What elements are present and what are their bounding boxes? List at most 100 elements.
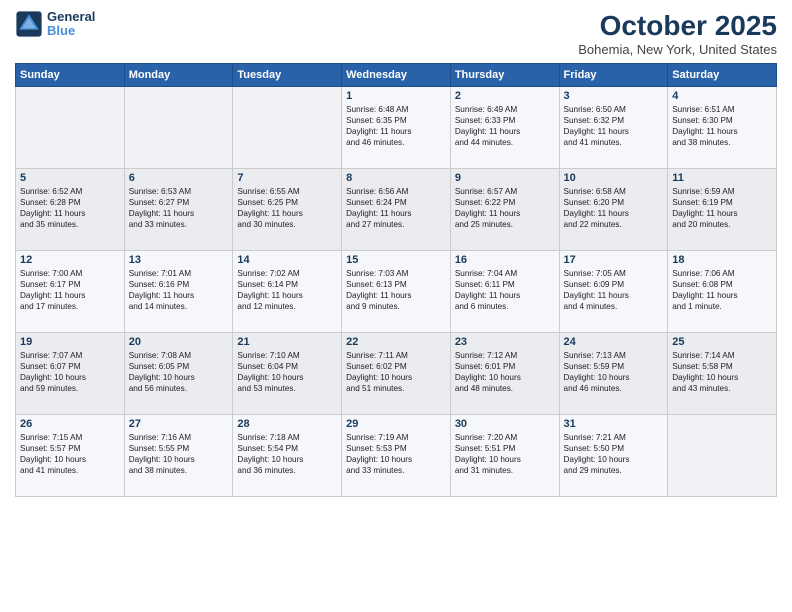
- day-number: 16: [455, 254, 555, 266]
- cell-w3-d4: 23 Sunrise: 7:12 AM Sunset: 6:01 PM Dayli…: [450, 333, 559, 415]
- cell-info: Sunrise: 7:06 AM Sunset: 6:08 PM Dayligh…: [672, 268, 772, 312]
- cell-w0-d2: [233, 87, 342, 169]
- title-block: October 2025 Bohemia, New York, United S…: [578, 10, 777, 57]
- cell-info: Sunrise: 7:05 AM Sunset: 6:09 PM Dayligh…: [564, 268, 664, 312]
- month-title: October 2025: [578, 10, 777, 42]
- cell-w3-d2: 21 Sunrise: 7:10 AM Sunset: 6:04 PM Dayli…: [233, 333, 342, 415]
- cell-w3-d1: 20Sunrise: 7:08 AM Sunset: 6:05 PM Dayli…: [124, 333, 233, 415]
- cell-w1-d5: 10 Sunrise: 6:58 AM Sunset: 6:20 PM Dayli…: [559, 169, 668, 251]
- cell-w2-d1: 13Sunrise: 7:01 AM Sunset: 6:16 PM Dayli…: [124, 251, 233, 333]
- logo-text: General Blue: [47, 10, 95, 39]
- day-number: 24: [564, 336, 664, 348]
- cell-w0-d6: 4 Sunrise: 6:51 AM Sunset: 6:30 PM Daylig…: [668, 87, 777, 169]
- day-number: 30: [455, 418, 555, 430]
- col-header-monday: Monday: [124, 64, 233, 87]
- cell-info: Sunrise: 6:51 AM Sunset: 6:30 PM Dayligh…: [672, 104, 772, 148]
- cell-info: Sunrise: 7:21 AM Sunset: 5:50 PM Dayligh…: [564, 432, 664, 476]
- day-number: 11: [672, 172, 772, 184]
- col-header-thursday: Thursday: [450, 64, 559, 87]
- day-number: 23: [455, 336, 555, 348]
- day-number: 22: [346, 336, 446, 348]
- calendar-table: SundayMondayTuesdayWednesdayThursdayFrid…: [15, 63, 777, 497]
- day-number: 9: [455, 172, 555, 184]
- cell-w1-d3: 8 Sunrise: 6:56 AM Sunset: 6:24 PM Daylig…: [342, 169, 451, 251]
- day-number: 8: [346, 172, 446, 184]
- cell-w0-d3: 1 Sunrise: 6:48 AM Sunset: 6:35 PM Daylig…: [342, 87, 451, 169]
- cell-info: Sunrise: 7:11 AM Sunset: 6:02 PM Dayligh…: [346, 350, 446, 394]
- day-number: 29: [346, 418, 446, 430]
- cell-w1-d1: 6Sunrise: 6:53 AM Sunset: 6:27 PM Daylig…: [124, 169, 233, 251]
- cell-info: Sunrise: 7:01 AM Sunset: 6:16 PM Dayligh…: [129, 268, 229, 312]
- cell-w0-d4: 2 Sunrise: 6:49 AM Sunset: 6:33 PM Daylig…: [450, 87, 559, 169]
- cell-w4-d3: 29Sunrise: 7:19 AM Sunset: 5:53 PM Dayli…: [342, 415, 451, 497]
- cell-info: Sunrise: 7:15 AM Sunset: 5:57 PM Dayligh…: [20, 432, 120, 476]
- day-number: 2: [455, 90, 555, 102]
- cell-info: Sunrise: 6:50 AM Sunset: 6:32 PM Dayligh…: [564, 104, 664, 148]
- day-number: 14: [237, 254, 337, 266]
- day-number: 19: [20, 336, 120, 348]
- cell-info: Sunrise: 6:59 AM Sunset: 6:19 PM Dayligh…: [672, 186, 772, 230]
- cell-info: Sunrise: 7:12 AM Sunset: 6:01 PM Dayligh…: [455, 350, 555, 394]
- cell-info: Sunrise: 7:02 AM Sunset: 6:14 PM Dayligh…: [237, 268, 337, 312]
- cell-info: Sunrise: 7:20 AM Sunset: 5:51 PM Dayligh…: [455, 432, 555, 476]
- day-number: 26: [20, 418, 120, 430]
- cell-info: Sunrise: 7:16 AM Sunset: 5:55 PM Dayligh…: [129, 432, 229, 476]
- cell-w3-d3: 22 Sunrise: 7:11 AM Sunset: 6:02 PM Dayli…: [342, 333, 451, 415]
- cell-w1-d2: 7 Sunrise: 6:55 AM Sunset: 6:25 PM Daylig…: [233, 169, 342, 251]
- cell-info: Sunrise: 7:10 AM Sunset: 6:04 PM Dayligh…: [237, 350, 337, 394]
- cell-info: Sunrise: 7:00 AM Sunset: 6:17 PM Dayligh…: [20, 268, 120, 312]
- day-number: 3: [564, 90, 664, 102]
- cell-w0-d1: [124, 87, 233, 169]
- logo-icon: [15, 10, 43, 38]
- day-number: 25: [672, 336, 772, 348]
- day-number: 1: [346, 90, 446, 102]
- day-number: 21: [237, 336, 337, 348]
- cell-w2-d5: 17Sunrise: 7:05 AM Sunset: 6:09 PM Dayli…: [559, 251, 668, 333]
- cell-w2-d3: 15 Sunrise: 7:03 AM Sunset: 6:13 PM Dayli…: [342, 251, 451, 333]
- day-number: 10: [564, 172, 664, 184]
- col-header-sunday: Sunday: [16, 64, 125, 87]
- col-header-wednesday: Wednesday: [342, 64, 451, 87]
- cell-w2-d6: 18 Sunrise: 7:06 AM Sunset: 6:08 PM Dayli…: [668, 251, 777, 333]
- cell-w1-d6: 11 Sunrise: 6:59 AM Sunset: 6:19 PM Dayli…: [668, 169, 777, 251]
- cell-info: Sunrise: 6:58 AM Sunset: 6:20 PM Dayligh…: [564, 186, 664, 230]
- cell-w4-d1: 27 Sunrise: 7:16 AM Sunset: 5:55 PM Dayli…: [124, 415, 233, 497]
- cell-w4-d6: [668, 415, 777, 497]
- cell-w2-d0: 12 Sunrise: 7:00 AM Sunset: 6:17 PM Dayli…: [16, 251, 125, 333]
- cell-w2-d4: 16Sunrise: 7:04 AM Sunset: 6:11 PM Dayli…: [450, 251, 559, 333]
- cell-w4-d2: 28 Sunrise: 7:18 AM Sunset: 5:54 PM Dayli…: [233, 415, 342, 497]
- header: General Blue October 2025 Bohemia, New Y…: [15, 10, 777, 57]
- cell-info: Sunrise: 7:07 AM Sunset: 6:07 PM Dayligh…: [20, 350, 120, 394]
- cell-info: Sunrise: 7:08 AM Sunset: 6:05 PM Dayligh…: [129, 350, 229, 394]
- cell-info: Sunrise: 6:55 AM Sunset: 6:25 PM Dayligh…: [237, 186, 337, 230]
- day-number: 18: [672, 254, 772, 266]
- day-number: 4: [672, 90, 772, 102]
- cell-info: Sunrise: 7:14 AM Sunset: 5:58 PM Dayligh…: [672, 350, 772, 394]
- day-number: 31: [564, 418, 664, 430]
- cell-w1-d0: 5 Sunrise: 6:52 AM Sunset: 6:28 PM Daylig…: [16, 169, 125, 251]
- cell-info: Sunrise: 6:48 AM Sunset: 6:35 PM Dayligh…: [346, 104, 446, 148]
- day-number: 12: [20, 254, 120, 266]
- day-number: 28: [237, 418, 337, 430]
- cell-info: Sunrise: 7:03 AM Sunset: 6:13 PM Dayligh…: [346, 268, 446, 312]
- cell-w0-d5: 3 Sunrise: 6:50 AM Sunset: 6:32 PM Daylig…: [559, 87, 668, 169]
- day-number: 7: [237, 172, 337, 184]
- cell-w3-d6: 25 Sunrise: 7:14 AM Sunset: 5:58 PM Dayli…: [668, 333, 777, 415]
- location: Bohemia, New York, United States: [578, 42, 777, 57]
- cell-info: Sunrise: 6:49 AM Sunset: 6:33 PM Dayligh…: [455, 104, 555, 148]
- cell-w2-d2: 14 Sunrise: 7:02 AM Sunset: 6:14 PM Dayli…: [233, 251, 342, 333]
- cell-info: Sunrise: 7:18 AM Sunset: 5:54 PM Dayligh…: [237, 432, 337, 476]
- cell-w4-d0: 26 Sunrise: 7:15 AM Sunset: 5:57 PM Dayli…: [16, 415, 125, 497]
- cell-info: Sunrise: 7:13 AM Sunset: 5:59 PM Dayligh…: [564, 350, 664, 394]
- logo-line1: General: [47, 10, 95, 24]
- cell-info: Sunrise: 6:56 AM Sunset: 6:24 PM Dayligh…: [346, 186, 446, 230]
- day-number: 5: [20, 172, 120, 184]
- day-number: 27: [129, 418, 229, 430]
- cell-w0-d0: [16, 87, 125, 169]
- logo-line2: Blue: [47, 24, 95, 38]
- day-number: 15: [346, 254, 446, 266]
- col-header-saturday: Saturday: [668, 64, 777, 87]
- cell-w3-d0: 19 Sunrise: 7:07 AM Sunset: 6:07 PM Dayli…: [16, 333, 125, 415]
- cell-info: Sunrise: 6:52 AM Sunset: 6:28 PM Dayligh…: [20, 186, 120, 230]
- col-header-friday: Friday: [559, 64, 668, 87]
